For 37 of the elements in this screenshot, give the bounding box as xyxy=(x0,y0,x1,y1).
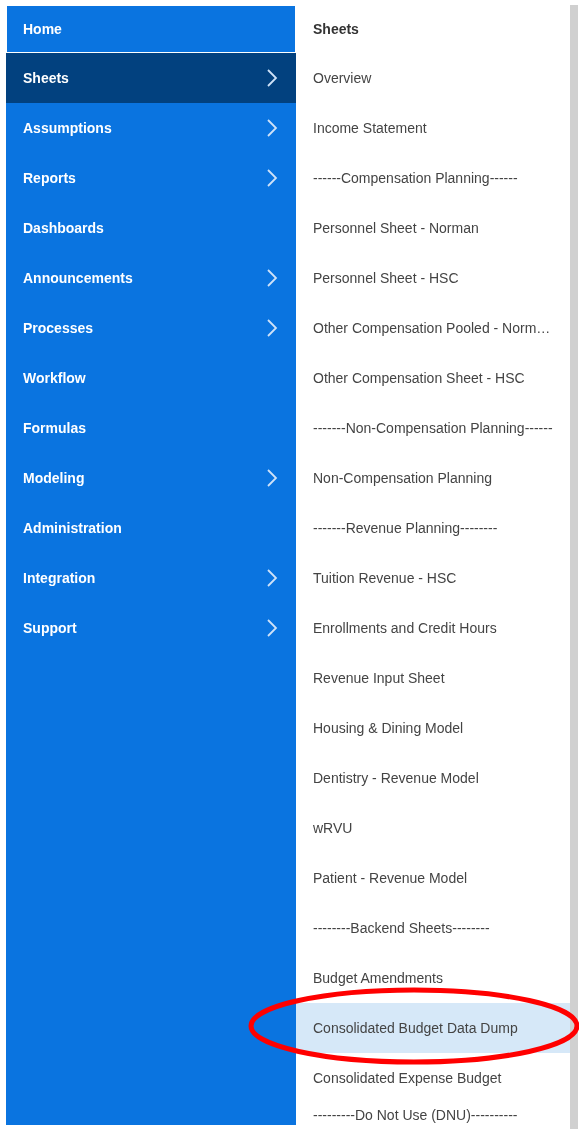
nav-item[interactable]: Administration xyxy=(6,503,296,553)
scrollbar[interactable] xyxy=(570,5,578,1129)
submenu-item[interactable]: Revenue Input Sheet xyxy=(296,653,570,703)
submenu-item[interactable]: wRVU xyxy=(296,803,570,853)
nav-item[interactable]: Processes xyxy=(6,303,296,353)
nav-item[interactable]: Workflow xyxy=(6,353,296,403)
submenu-item[interactable]: Personnel Sheet - Norman xyxy=(296,203,570,253)
nav-item[interactable]: Announcements xyxy=(6,253,296,303)
submenu-item[interactable]: Consolidated Expense Budget xyxy=(296,1053,570,1103)
submenu-item[interactable]: Personnel Sheet - HSC xyxy=(296,253,570,303)
submenu-item[interactable]: Income Statement xyxy=(296,103,570,153)
submenu-item[interactable]: Non-Compensation Planning xyxy=(296,453,570,503)
submenu-item[interactable]: Budget Amendments xyxy=(296,953,570,1003)
nav-item[interactable]: Sheets xyxy=(6,53,296,103)
nav-item[interactable]: Support xyxy=(6,603,296,653)
submenu-item[interactable]: ------Compensation Planning------ xyxy=(296,153,570,203)
nav-item[interactable]: Modeling xyxy=(6,453,296,503)
submenu-item[interactable]: -------Non-Compensation Planning------ xyxy=(296,403,570,453)
submenu-item[interactable]: Consolidated Budget Data Dump xyxy=(296,1003,570,1053)
submenu-item[interactable]: Patient - Revenue Model xyxy=(296,853,570,903)
nav-item[interactable]: Assumptions xyxy=(6,103,296,153)
nav-item[interactable]: Reports xyxy=(6,153,296,203)
submenu-item[interactable]: Overview xyxy=(296,53,570,103)
submenu-item[interactable]: --------Backend Sheets-------- xyxy=(296,903,570,953)
submenu-item[interactable]: -------Revenue Planning-------- xyxy=(296,503,570,553)
nav-item[interactable]: Dashboards xyxy=(6,203,296,253)
submenu-item[interactable]: ---------Do Not Use (DNU)---------- xyxy=(296,1103,570,1127)
submenu-item[interactable]: Other Compensation Sheet - HSC xyxy=(296,353,570,403)
nav-item[interactable]: Formulas xyxy=(6,403,296,453)
submenu-item[interactable]: Housing & Dining Model xyxy=(296,703,570,753)
nav-item[interactable]: Integration xyxy=(6,553,296,603)
submenu-item[interactable]: Tuition Revenue - HSC xyxy=(296,553,570,603)
nav-item[interactable]: Home xyxy=(6,5,296,53)
submenu-item[interactable]: Enrollments and Credit Hours xyxy=(296,603,570,653)
submenu-item[interactable]: Other Compensation Pooled - Norm… xyxy=(296,303,570,353)
submenu-title: Sheets xyxy=(313,21,359,37)
submenu-item[interactable]: Dentistry - Revenue Model xyxy=(296,753,570,803)
